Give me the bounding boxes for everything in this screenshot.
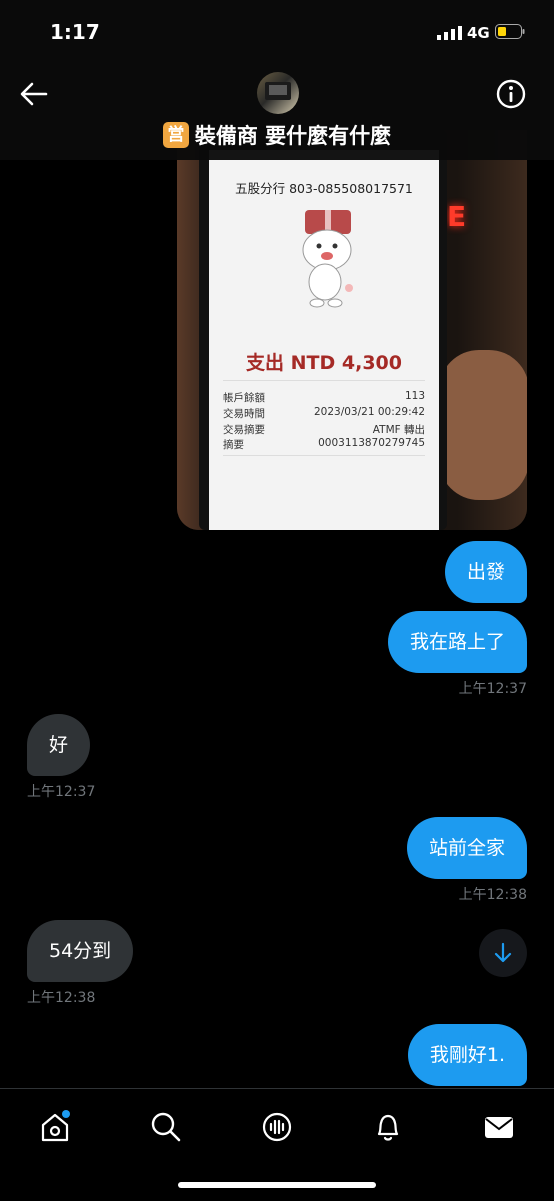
- row-label: 交易時間: [223, 408, 265, 420]
- messages-icon[interactable]: [481, 1109, 517, 1145]
- back-arrow-icon[interactable]: [18, 80, 50, 108]
- message-timestamp: 上午12:38: [458, 887, 527, 903]
- row-value: ATMF 轉出: [372, 424, 425, 436]
- shop-badge-icon: 営: [162, 122, 189, 148]
- network-label: 4G: [467, 24, 490, 42]
- row-value: 0003113870279745: [318, 437, 425, 449]
- scroll-down-icon: [494, 942, 512, 963]
- amount-text: 支出 NTD 4,300: [246, 352, 402, 374]
- message-timestamp: 上午12:38: [27, 990, 96, 1006]
- battery-icon: [495, 24, 525, 39]
- message-bubble-out[interactable]: 出發: [444, 541, 527, 603]
- message-bubble-out[interactable]: 我在路上了: [387, 611, 527, 673]
- receipt-divider: [223, 380, 425, 381]
- neon-sign: E: [447, 200, 467, 233]
- message-bubble-out[interactable]: 站前全家: [406, 817, 527, 879]
- conversation-title[interactable]: 営裝備商 要什麼有什麼: [0, 120, 554, 150]
- row-label: 交易摘要: [223, 424, 265, 436]
- receipt-photo[interactable]: E 五股分行 803-085508017571 支出 NTD 4,300 帳戶餘…: [177, 130, 527, 530]
- avatar[interactable]: [257, 72, 299, 114]
- home-indicator: [178, 1182, 376, 1188]
- row-label: 帳戶餘額: [223, 392, 265, 404]
- status-time: 1:17: [50, 20, 100, 44]
- phone-screen: 五股分行 803-085508017571 支出 NTD 4,300 帳戶餘額 …: [209, 150, 439, 530]
- message-bubble-out[interactable]: 我剛好1.: [407, 1024, 527, 1086]
- row-label: 摘要: [223, 439, 244, 451]
- spaces-icon[interactable]: [259, 1109, 295, 1145]
- row-value: 2023/03/21 00:29:42: [313, 406, 425, 418]
- hand: [439, 350, 527, 500]
- home-icon[interactable]: [37, 1109, 73, 1145]
- conversation-name: 裝備商 要什麼有什麼: [194, 124, 392, 148]
- message-bubble-in[interactable]: 54分到: [27, 920, 134, 982]
- search-icon[interactable]: [148, 1109, 184, 1145]
- mascot-illustration: [302, 210, 353, 308]
- receipt-divider: [223, 455, 425, 456]
- message-timestamp: 上午12:37: [458, 681, 527, 697]
- notifications-icon[interactable]: [370, 1109, 406, 1145]
- message-timestamp: 上午12:37: [27, 784, 96, 800]
- row-value: 113: [404, 390, 425, 402]
- scroll-to-bottom-button[interactable]: [479, 929, 527, 977]
- info-icon[interactable]: [495, 78, 527, 110]
- account-number: 五股分行 803-085508017571: [235, 181, 413, 196]
- message-bubble-in[interactable]: 好: [27, 714, 91, 776]
- signal-icon: [437, 26, 462, 40]
